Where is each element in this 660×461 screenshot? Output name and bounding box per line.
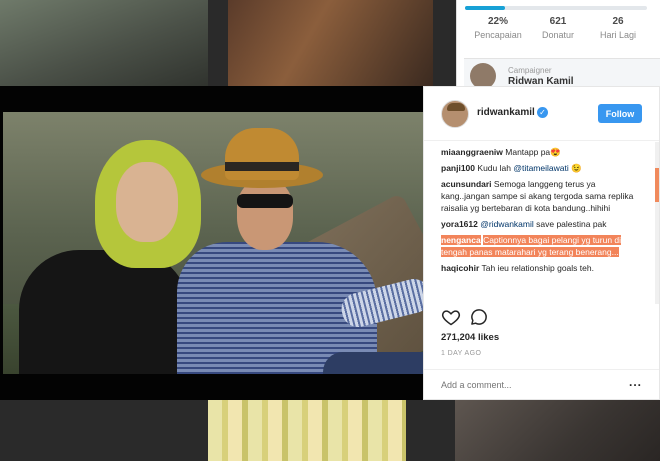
stat-label: Hari Lagi bbox=[599, 30, 637, 40]
comments-panel: ridwankamil ✓ Follow miaanggraeniw Manta… bbox=[423, 86, 660, 400]
comment-text: Tah ieu relationship goals teh. bbox=[481, 263, 594, 273]
follow-button[interactable]: Follow bbox=[598, 104, 642, 123]
comment-username[interactable]: miaanggraeniw bbox=[441, 147, 503, 157]
add-comment-bar: ... bbox=[424, 369, 659, 399]
comments-list[interactable]: miaanggraeniw Mantapp pa😍 panji100 Kudu … bbox=[441, 142, 646, 302]
campaign-stat: 22% Pencapaian bbox=[467, 16, 529, 40]
stat-value: 26 bbox=[612, 16, 624, 27]
scrollbar-thumb[interactable] bbox=[655, 168, 659, 202]
list-item: nenganca Captionnya bagai pelangi yg tur… bbox=[441, 234, 646, 258]
hat-band bbox=[225, 162, 299, 171]
comments-scrollbar[interactable] bbox=[655, 142, 659, 304]
comment-text: save palestina pak bbox=[533, 219, 607, 229]
post-username[interactable]: ridwankamil bbox=[477, 107, 535, 118]
comment-username[interactable]: nenganca bbox=[441, 235, 481, 245]
comment-username[interactable]: haqicohir bbox=[441, 263, 479, 273]
more-options-icon[interactable]: ... bbox=[629, 375, 642, 389]
likes-count[interactable]: 271,204 likes bbox=[441, 332, 499, 343]
background-photo-tile[interactable] bbox=[228, 0, 433, 86]
post-photo[interactable] bbox=[3, 112, 423, 374]
post-actions bbox=[441, 307, 641, 329]
campaign-stat: 26 Hari Lagi bbox=[587, 16, 649, 40]
stat-value: 22% bbox=[487, 16, 508, 27]
campaigner-tag: Campaigner bbox=[508, 66, 552, 75]
list-item: panji100 Kudu lah @titameilawati 😉 bbox=[441, 162, 646, 174]
man-glasses bbox=[237, 194, 293, 208]
heart-icon[interactable] bbox=[441, 307, 461, 327]
campaigner-row[interactable]: Campaigner Ridwan Kamil bbox=[464, 58, 660, 89]
comment-mention[interactable]: @ridwankamil bbox=[480, 219, 534, 229]
man-face bbox=[237, 180, 293, 250]
list-item: yora1612 @ridwankamil save palestina pak bbox=[441, 218, 646, 230]
background-photo-tile[interactable] bbox=[0, 0, 208, 86]
list-item: haqicohir Tah ieu relationship goals teh… bbox=[441, 262, 646, 274]
stat-value: 621 bbox=[549, 16, 567, 27]
comment-text: Mantapp pa😍 bbox=[505, 147, 561, 157]
comment-mention[interactable]: @titameilawati bbox=[513, 163, 568, 173]
campaign-progress-bar bbox=[465, 6, 647, 10]
stat-label: Donatur bbox=[541, 30, 575, 40]
comment-input[interactable] bbox=[441, 377, 621, 393]
campaign-progress-fill bbox=[465, 6, 506, 10]
stat-label: Pencapaian bbox=[474, 30, 522, 40]
photo-man bbox=[163, 122, 423, 374]
list-item: acunsundari Semoga langgeng terus ya kan… bbox=[441, 178, 646, 214]
comment-icon[interactable] bbox=[469, 307, 489, 327]
comment-username[interactable]: yora1612 bbox=[441, 219, 478, 229]
hat-crown bbox=[225, 128, 299, 180]
man-jeans bbox=[323, 352, 423, 374]
comment-text: Kudu lah bbox=[477, 163, 514, 173]
comment-text: 😉 bbox=[568, 163, 582, 173]
verified-badge-icon: ✓ bbox=[537, 107, 548, 118]
campaign-stat: 621 Donatur bbox=[527, 16, 589, 40]
avatar[interactable] bbox=[441, 100, 469, 128]
comment-username[interactable]: acunsundari bbox=[441, 179, 492, 189]
list-item: miaanggraeniw Mantapp pa😍 bbox=[441, 146, 646, 158]
background-photo-tile[interactable] bbox=[208, 400, 406, 461]
post-timestamp: 1 DAY AGO bbox=[441, 350, 482, 357]
post-header: ridwankamil ✓ Follow bbox=[424, 87, 659, 141]
background-photo-tile[interactable] bbox=[455, 400, 660, 461]
comment-username[interactable]: panji100 bbox=[441, 163, 475, 173]
